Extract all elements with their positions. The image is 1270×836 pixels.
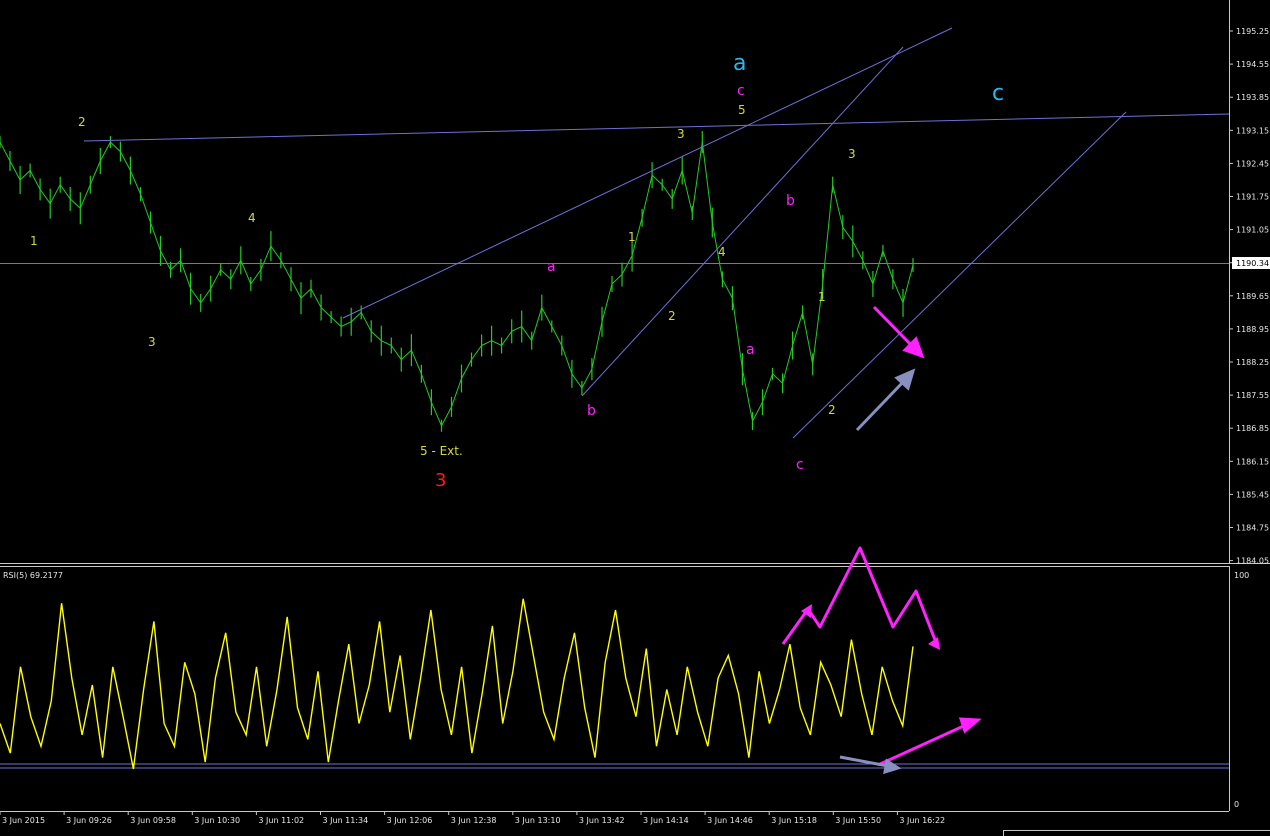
- wave-label-3: 3: [148, 335, 156, 349]
- wave-label-5-ext: 5 - Ext.: [420, 444, 463, 458]
- time-tick-label: 3 Jun 11:34: [323, 816, 369, 825]
- price-tick-label: 1187.55: [1236, 391, 1269, 400]
- price-tick-label: 1193.15: [1236, 126, 1269, 135]
- price-tick-label: 1186.85: [1236, 424, 1269, 433]
- wave-label-a-2: a: [746, 342, 755, 358]
- wave-label-big-3: 3: [435, 470, 446, 491]
- wave-label-j3: 3: [848, 147, 856, 161]
- price-tick-label: 1185.45: [1236, 490, 1269, 499]
- price-tick-label: 1195.25: [1236, 27, 1269, 36]
- price-tick-label: 1188.95: [1236, 325, 1269, 334]
- wave-label-b-2: b: [786, 193, 795, 209]
- wave-label-i2: 2: [668, 309, 676, 323]
- price-tick-label: 1186.15: [1236, 457, 1269, 466]
- wave-label-i4: 4: [718, 245, 726, 259]
- wave-label-big-a: a: [733, 51, 746, 76]
- wave-label-1: 1: [30, 234, 38, 248]
- price-tick-label: 1191.75: [1236, 193, 1269, 202]
- time-tick-label: 3 Jun 2015: [2, 816, 45, 825]
- wave-label-j1: 1: [818, 290, 826, 304]
- time-tick-label: 3 Jun 10:30: [194, 816, 240, 825]
- price-tick-label: 1193.85: [1236, 93, 1269, 102]
- time-tick-label: 3 Jun 11:02: [258, 816, 304, 825]
- price-tick-label: 1184.75: [1236, 524, 1269, 533]
- wave-label-4: 4: [248, 211, 256, 225]
- price-tick-label: 1192.45: [1236, 159, 1269, 168]
- wave-label-2: 2: [78, 115, 86, 129]
- time-tick-label: 3 Jun 13:42: [579, 816, 625, 825]
- time-tick-label: 3 Jun 12:38: [451, 816, 497, 825]
- wave-label-i5: 5: [738, 103, 746, 117]
- time-tick-label: 3 Jun 14:46: [707, 816, 753, 825]
- price-tick-label: 1191.05: [1236, 226, 1269, 235]
- chart-canvas: 1195.25 1194.55 1193.85 1193.15 1192.45 1191.…: [0, 0, 1270, 836]
- time-tick-label: 3 Jun 15:50: [835, 816, 881, 825]
- time-tick-label: 3 Jun 09:58: [130, 816, 176, 825]
- wave-label-j2: 2: [828, 403, 836, 417]
- wave-label-c-2: c: [796, 457, 804, 473]
- rsi-tick-100: 100: [1234, 571, 1249, 580]
- time-tick-label: 3 Jun 13:10: [515, 816, 561, 825]
- wave-label-big-c: c: [992, 81, 1004, 106]
- time-tick-label: 3 Jun 16:22: [899, 816, 945, 825]
- price-tick-label: 1189.65: [1236, 292, 1269, 301]
- time-tick-label: 3 Jun 14:14: [643, 816, 689, 825]
- bottom-scroll-strip: [0, 827, 1270, 836]
- wave-label-i1: 1: [628, 230, 636, 244]
- time-tick-label: 3 Jun 15:18: [771, 816, 817, 825]
- price-tick-label: 1188.25: [1236, 358, 1269, 367]
- wave-label-b-1: b: [587, 403, 596, 419]
- price-tick-label: 1194.55: [1236, 60, 1269, 69]
- time-tick-label: 3 Jun 09:26: [66, 816, 112, 825]
- rsi-tick-0: 0: [1234, 800, 1239, 809]
- wave-label-i3: 3: [677, 127, 685, 141]
- rsi-title: RSI(5) 69.2177: [3, 571, 63, 580]
- time-tick-label: 3 Jun 12:06: [387, 816, 433, 825]
- current-price-label: 1190.34: [1236, 259, 1269, 268]
- wave-label-c-top: c: [737, 83, 745, 99]
- wave-label-a-1: a: [547, 259, 556, 275]
- price-tick-label: 1184.05: [1236, 557, 1269, 566]
